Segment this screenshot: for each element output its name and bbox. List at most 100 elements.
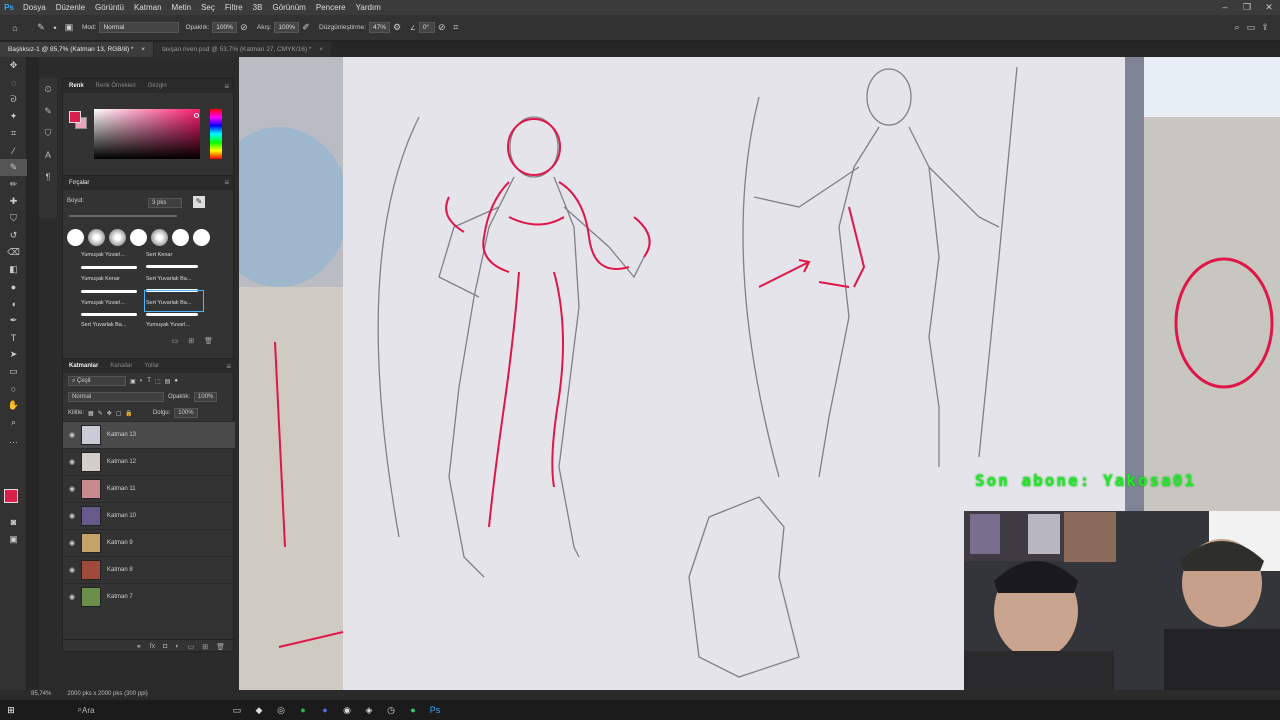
menu-window[interactable]: Pencere bbox=[311, 3, 351, 12]
eye-icon[interactable]: ◉ bbox=[63, 593, 81, 601]
search-icon[interactable]: ⌕ bbox=[1230, 21, 1244, 35]
restore-icon[interactable]: ❐ bbox=[1236, 0, 1258, 15]
filter-toggle-icon[interactable]: ● bbox=[174, 378, 178, 384]
filter-adjust-icon[interactable]: ◐ bbox=[140, 378, 144, 384]
quick-mask-icon[interactable]: ◙ bbox=[0, 513, 27, 530]
discord-icon[interactable]: ● bbox=[314, 700, 336, 720]
layer-opacity-input[interactable]: 100% bbox=[194, 392, 218, 402]
layer-row[interactable]: ◉ Katman 10 bbox=[63, 502, 235, 529]
brush-tip-soft[interactable] bbox=[109, 229, 126, 246]
fx-icon[interactable]: fx bbox=[150, 643, 155, 650]
foreground-color-swatch[interactable] bbox=[4, 489, 18, 503]
tab-swatches[interactable]: Renk Örnekleri bbox=[90, 83, 142, 89]
marquee-tool-icon[interactable]: ◌ bbox=[0, 74, 27, 91]
layer-row[interactable]: ◉ Katman 9 bbox=[63, 529, 235, 556]
eye-icon[interactable]: ◉ bbox=[63, 431, 81, 439]
foreground-color-swatch[interactable] bbox=[69, 111, 81, 123]
whatsapp-icon[interactable]: ● bbox=[402, 700, 424, 720]
photoshop-taskbar-icon[interactable]: Ps bbox=[424, 700, 446, 720]
menu-file[interactable]: Dosya bbox=[18, 3, 51, 12]
color-field[interactable] bbox=[94, 109, 200, 159]
brush-tip-hard[interactable] bbox=[172, 229, 189, 246]
crop-tool-icon[interactable]: ⌗ bbox=[0, 125, 27, 142]
brush-size-slider[interactable] bbox=[69, 215, 177, 217]
eraser-tool-icon[interactable]: ⌫ bbox=[0, 244, 27, 261]
file-explorer-icon[interactable]: ▭ bbox=[226, 700, 248, 720]
quick-select-tool-icon[interactable]: ✦ bbox=[0, 108, 27, 125]
tab-color[interactable]: Renk bbox=[63, 83, 90, 89]
tab-channels[interactable]: Kanallar bbox=[104, 363, 138, 369]
eye-icon[interactable]: ◉ bbox=[63, 566, 81, 574]
lock-position-icon[interactable]: ✥ bbox=[107, 410, 112, 417]
brush-tip-hard[interactable] bbox=[67, 229, 84, 246]
brush-picker-icon[interactable]: • bbox=[48, 21, 62, 35]
smoothing-input[interactable]: 47% bbox=[368, 22, 390, 33]
brush-preset-label[interactable]: Sert Kenar bbox=[146, 252, 172, 258]
type-tool-icon[interactable]: T bbox=[0, 329, 27, 346]
app-icon[interactable]: ◈ bbox=[358, 700, 380, 720]
brush-tip-hard[interactable] bbox=[193, 229, 210, 246]
paint-bucket-icon[interactable]: ◧ bbox=[0, 261, 27, 278]
move-tool-icon[interactable]: ✥ bbox=[0, 57, 27, 74]
tab-paths[interactable]: Yollar bbox=[138, 363, 165, 369]
airbrush-icon[interactable]: ✐ bbox=[299, 21, 313, 35]
panel-menu-icon[interactable]: ≡ bbox=[224, 176, 229, 190]
gear-icon[interactable]: ⚙ bbox=[390, 21, 404, 35]
angle-input[interactable]: 0° bbox=[418, 22, 435, 33]
workspace-icon[interactable]: ▭ bbox=[1244, 21, 1258, 35]
eyedropper-tool-icon[interactable]: ⁄ bbox=[0, 142, 27, 159]
doc-tab-active[interactable]: Başlıksız-1 @ 85,7% (Katman 13, RGB/8) *… bbox=[0, 42, 154, 57]
lock-all-icon[interactable]: 🔒 bbox=[125, 410, 132, 417]
layer-row[interactable]: ◉ Katman 12 bbox=[63, 448, 235, 475]
new-brush-icon[interactable]: ✎ bbox=[193, 196, 205, 208]
panel-menu-icon[interactable]: ≡ bbox=[224, 82, 229, 91]
menu-layer[interactable]: Katman bbox=[129, 3, 167, 12]
zoom-level[interactable]: 85,74% bbox=[31, 688, 51, 700]
character-icon[interactable]: A bbox=[39, 144, 57, 166]
menu-select[interactable]: Seç bbox=[196, 3, 220, 12]
clone-source-icon[interactable]: ⛉ bbox=[39, 122, 57, 144]
menu-type[interactable]: Metin bbox=[167, 3, 197, 12]
trash-icon[interactable]: 🗑 bbox=[216, 643, 225, 651]
close-icon[interactable]: × bbox=[141, 46, 145, 53]
clock-app-icon[interactable]: ◷ bbox=[380, 700, 402, 720]
eye-icon[interactable]: ◉ bbox=[63, 485, 81, 493]
eye-icon[interactable]: ◉ bbox=[63, 539, 81, 547]
menu-filter[interactable]: Filtre bbox=[220, 3, 248, 12]
trash-icon[interactable]: 🗑 bbox=[204, 337, 213, 345]
brush-preset-label[interactable]: Yumuşak Yuvarl... bbox=[146, 322, 190, 328]
windows-start-icon[interactable]: ⊞ bbox=[0, 700, 22, 720]
brush-settings-icon[interactable]: ▣ bbox=[62, 21, 76, 35]
paragraph-icon[interactable]: ¶ bbox=[39, 166, 57, 188]
filter-shape-icon[interactable]: ⬚ bbox=[155, 378, 161, 385]
ellipse-tool-icon[interactable]: ○ bbox=[0, 380, 27, 397]
brush-preset-label[interactable]: Sert Yuvarlak Ba... bbox=[146, 276, 191, 282]
menu-view[interactable]: Görünüm bbox=[267, 3, 310, 12]
layer-row[interactable]: ◉ Katman 13 bbox=[63, 421, 235, 448]
group-icon[interactable]: ▭ bbox=[188, 643, 195, 651]
filter-pixel-icon[interactable]: ▣ bbox=[130, 378, 136, 385]
minimize-icon[interactable]: – bbox=[1214, 0, 1236, 15]
menu-image[interactable]: Görüntü bbox=[90, 3, 129, 12]
pressure-size-icon[interactable]: ⊘ bbox=[435, 21, 449, 35]
brush-preset-label[interactable]: Sert Yuvarlak Ba... bbox=[81, 322, 126, 328]
new-icon[interactable]: ⊞ bbox=[188, 337, 194, 345]
blend-mode-select[interactable]: Normal bbox=[68, 392, 164, 402]
close-icon[interactable]: ✕ bbox=[1258, 0, 1280, 15]
brush-tip-soft[interactable] bbox=[88, 229, 105, 246]
tab-layers[interactable]: Katmanlar bbox=[63, 363, 104, 369]
screen-mode-icon[interactable]: ▣ bbox=[0, 531, 27, 548]
hand-tool-icon[interactable]: ✋ bbox=[0, 397, 27, 414]
menu-help[interactable]: Yardım bbox=[351, 3, 386, 12]
home-icon[interactable]: ⌂ bbox=[8, 21, 22, 35]
vscode-icon[interactable]: ◆ bbox=[248, 700, 270, 720]
brush-size-input[interactable]: 3 pks bbox=[148, 198, 182, 208]
history-icon[interactable]: ⏲ bbox=[39, 78, 57, 100]
brushes-title[interactable]: Fırçalar bbox=[69, 176, 89, 190]
lock-paint-icon[interactable]: ✎ bbox=[98, 410, 103, 417]
chrome-icon[interactable]: ◎ bbox=[270, 700, 292, 720]
color-picker-marker[interactable] bbox=[194, 113, 199, 118]
layer-row[interactable]: ◉ Katman 7 bbox=[63, 583, 235, 610]
mask-icon[interactable]: ◘ bbox=[163, 643, 167, 650]
pen-tool-icon[interactable]: ✒ bbox=[0, 312, 27, 329]
